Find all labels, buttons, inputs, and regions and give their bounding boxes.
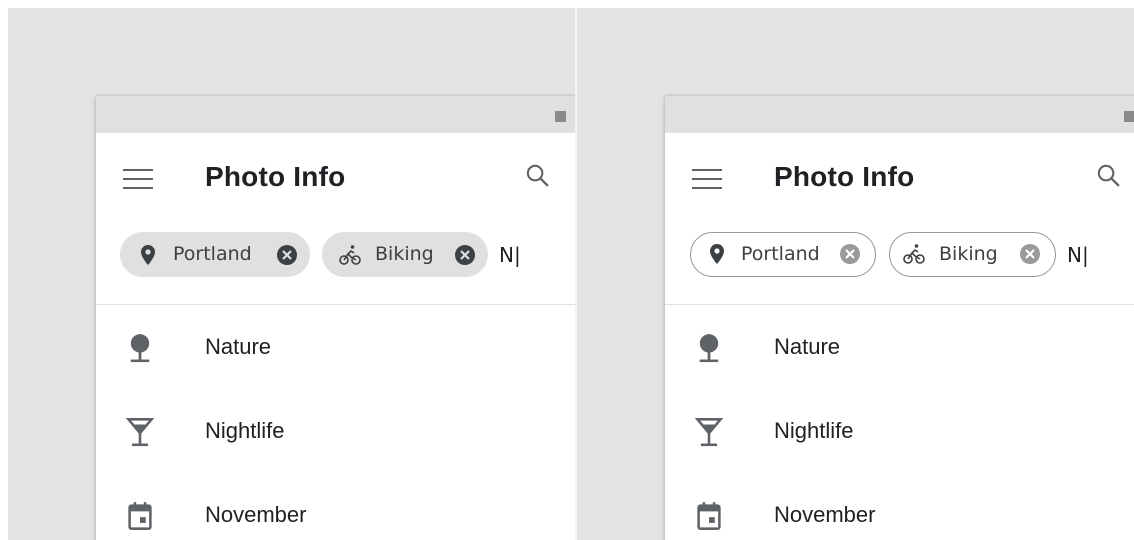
list-item[interactable]: Nightlife (96, 389, 575, 473)
page-title: Photo Info (774, 161, 915, 192)
status-indicator-icon (1124, 111, 1134, 122)
cocktail-icon (126, 418, 154, 447)
phone-screen: Photo Info Portland Biking N| Nature Nig… (96, 96, 575, 540)
tree-icon (130, 334, 150, 363)
phone-screen: Photo Info Portland Biking N| Nature Nig… (665, 96, 1134, 540)
location-pin-icon (141, 245, 155, 265)
tree-icon (699, 334, 719, 363)
location-pin-icon (710, 244, 724, 264)
suggestion-list: Nature Nightlife November (665, 305, 1134, 540)
bike-icon (903, 244, 925, 264)
list-item[interactable]: Nightlife (665, 389, 1134, 473)
list-item-label: Nightlife (205, 418, 285, 443)
search-icon[interactable] (524, 162, 552, 190)
search-input-text[interactable]: N| (499, 243, 521, 267)
chip-remove-icon[interactable] (1018, 242, 1042, 266)
variant-filled-pane: Photo Info Portland Biking N| Nature Nig… (8, 8, 575, 540)
suggestion-list: Nature Nightlife November (96, 305, 575, 540)
list-item-label: November (774, 502, 876, 527)
search-chips-field[interactable]: Portland Biking N| (96, 219, 575, 305)
hamburger-menu-icon[interactable] (692, 169, 722, 189)
chip-portland[interactable]: Portland (690, 232, 876, 277)
chip-label: Biking (939, 243, 998, 265)
list-item[interactable]: November (665, 473, 1134, 540)
cocktail-icon (695, 418, 723, 447)
search-input-text[interactable]: N| (1067, 243, 1089, 267)
chip-remove-icon[interactable] (453, 243, 477, 267)
app-bar: Photo Info (96, 133, 575, 219)
variant-outlined-pane: Photo Info Portland Biking N| Nature Nig… (577, 8, 1134, 540)
search-chips-field[interactable]: Portland Biking N| (665, 219, 1134, 305)
calendar-icon (128, 502, 152, 530)
chip-biking[interactable]: Biking (322, 232, 488, 277)
list-item-label: Nature (205, 334, 272, 359)
list-item[interactable]: Nature (665, 305, 1134, 389)
list-item-label: Nature (774, 334, 841, 359)
list-item[interactable]: November (96, 473, 575, 540)
calendar-icon (697, 502, 721, 530)
app-bar: Photo Info (665, 133, 1134, 219)
chip-portland[interactable]: Portland (120, 232, 310, 277)
hamburger-menu-icon[interactable] (123, 169, 153, 189)
chip-biking[interactable]: Biking (889, 232, 1056, 277)
bike-icon (339, 245, 361, 265)
list-item-label: Nightlife (774, 418, 854, 443)
status-bar (96, 96, 575, 133)
chip-label: Portland (173, 243, 252, 265)
list-item[interactable]: Nature (96, 305, 575, 389)
status-bar (665, 96, 1134, 133)
page-title: Photo Info (205, 161, 346, 192)
list-item-label: November (205, 502, 307, 527)
search-icon[interactable] (1095, 162, 1123, 190)
chip-remove-icon[interactable] (275, 243, 299, 267)
chip-remove-icon[interactable] (838, 242, 862, 266)
chip-label: Portland (741, 243, 820, 265)
status-indicator-icon (555, 111, 566, 122)
chip-label: Biking (375, 243, 434, 265)
